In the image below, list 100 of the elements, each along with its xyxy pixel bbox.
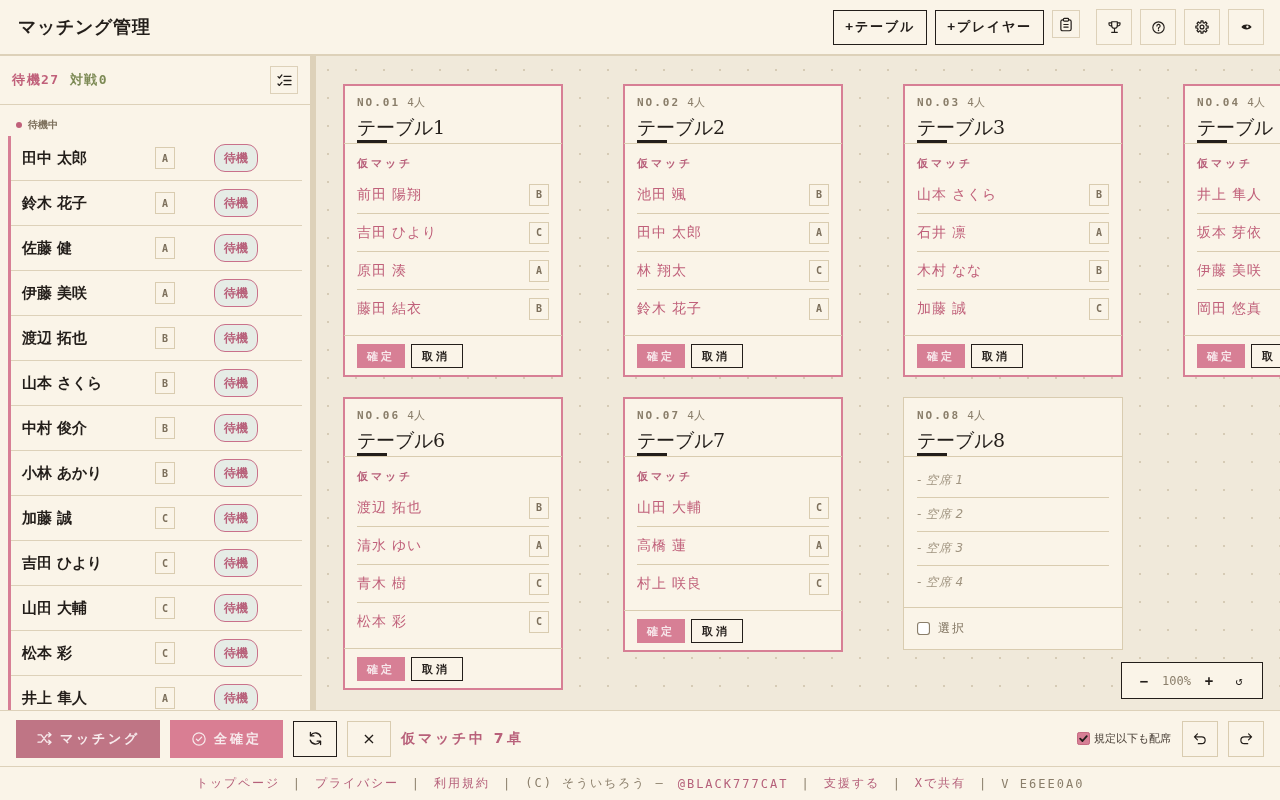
footer-text: (C) そういちろう — <box>525 775 665 792</box>
refresh-button[interactable] <box>293 720 337 757</box>
status-tag: 待機 <box>214 459 258 487</box>
grade-badge: B <box>529 496 549 519</box>
confirm-button[interactable]: 確定 <box>357 657 405 681</box>
player-name[interactable]: 渡辺 拓也 <box>357 498 423 517</box>
redo-icon <box>1239 732 1253 745</box>
footer-separator: | <box>979 776 989 791</box>
player-name[interactable]: 加藤 誠 <box>917 299 968 318</box>
player-name[interactable]: 加藤 誠 <box>22 508 73 528</box>
undo-button[interactable] <box>1182 720 1218 757</box>
help-icon <box>1151 20 1165 34</box>
eye-button[interactable] <box>1228 9 1264 45</box>
seat-count: 4人 <box>407 94 425 110</box>
cancel-button[interactable]: 取消 <box>411 344 463 368</box>
player-name[interactable]: 井上 隼人 <box>22 688 88 708</box>
match-label: 仮マッチ <box>1197 156 1253 172</box>
player-name[interactable]: 鈴木 花子 <box>637 299 703 318</box>
help-button[interactable] <box>1140 9 1176 45</box>
footer-link[interactable]: Xで共有 <box>914 775 967 792</box>
status-tag: 待機 <box>214 324 258 352</box>
player-name[interactable]: 松本 彩 <box>357 612 408 631</box>
player-name[interactable]: 山本 さくら <box>917 185 998 204</box>
player-name[interactable]: 鈴木 花子 <box>22 193 88 213</box>
player-name[interactable]: 松本 彩 <box>22 643 73 663</box>
grade-badge: B <box>529 297 549 320</box>
cancel-button[interactable]: 取消 <box>971 344 1023 368</box>
table-title: テーブル2 <box>637 115 726 143</box>
table-number: NO.06 <box>357 408 401 422</box>
confirm-button[interactable]: 確定 <box>357 344 405 368</box>
player-name[interactable]: 高橋 蓮 <box>637 536 688 555</box>
player-name[interactable]: 渡辺 拓也 <box>22 328 88 348</box>
player-name[interactable]: 中村 俊介 <box>22 418 88 438</box>
player-name[interactable]: 伊藤 美咲 <box>1197 261 1263 280</box>
player-name[interactable]: 木村 なな <box>917 261 983 280</box>
footer-separator: | <box>411 776 422 791</box>
add-button[interactable]: +プレイヤー <box>935 9 1044 45</box>
player-name[interactable]: 山本 さくら <box>22 373 103 393</box>
cancel-button[interactable]: 取消 <box>691 619 743 643</box>
player-name[interactable]: 吉田 ひより <box>22 553 103 573</box>
player-name[interactable]: 小林 あかり <box>22 463 103 483</box>
option-checkbox[interactable] <box>1077 732 1090 745</box>
player-name[interactable]: 田中 太郎 <box>22 148 88 168</box>
settings-icon <box>1195 20 1209 34</box>
redo-button[interactable] <box>1228 720 1264 757</box>
player-name[interactable]: 田中 太郎 <box>637 223 703 242</box>
footer-link[interactable]: 利用規約 <box>434 775 491 792</box>
confirm-button[interactable]: 確定 <box>1197 344 1245 368</box>
confirm-button[interactable]: 確定 <box>637 619 685 643</box>
player-name[interactable]: 吉田 ひより <box>357 223 438 242</box>
footer-separator: | <box>892 776 902 791</box>
player-name[interactable]: 林 翔太 <box>637 261 688 280</box>
footer-link[interactable]: トップページ <box>195 775 280 792</box>
add-button[interactable]: +テーブル <box>833 9 928 45</box>
cancel-button[interactable]: 取消 <box>411 657 463 681</box>
grade-badge: A <box>155 282 175 304</box>
zoom-in-button[interactable]: + <box>1200 670 1217 691</box>
zoom-out-button[interactable]: − <box>1136 670 1152 691</box>
section-heading: 待機中 <box>28 119 58 131</box>
player-name[interactable]: 山田 大輔 <box>637 498 703 517</box>
status-dot-icon <box>16 122 22 128</box>
select-checkbox[interactable] <box>917 622 930 635</box>
settings-button[interactable] <box>1184 9 1220 45</box>
footer-separator: | <box>503 776 513 791</box>
player-name[interactable]: 石井 凛 <box>917 223 968 242</box>
player-name[interactable]: 池田 颯 <box>637 185 688 204</box>
empty-seat: - 空席 4 <box>917 574 964 591</box>
table-number: NO.02 <box>637 95 681 109</box>
player-name[interactable]: 原田 湊 <box>357 261 408 280</box>
confirm-button[interactable]: 確定 <box>917 344 965 368</box>
checklist-button[interactable] <box>270 66 298 94</box>
player-name[interactable]: 岡田 悠真 <box>1197 299 1263 318</box>
player-name[interactable]: 山田 大輔 <box>22 598 88 618</box>
grade-badge: A <box>155 147 175 169</box>
confirm-all-button[interactable]: 全確定 <box>170 719 283 758</box>
player-name[interactable]: 坂本 芽依 <box>1197 223 1263 242</box>
grade-badge: A <box>809 534 829 557</box>
player-name[interactable]: 清水 ゆい <box>357 536 423 555</box>
grade-badge: A <box>529 259 549 282</box>
player-name[interactable]: 青木 樹 <box>357 574 408 593</box>
table-number: NO.03 <box>917 95 961 109</box>
footer-link[interactable]: 支援する <box>823 775 880 792</box>
cancel-button[interactable]: 取 <box>1251 344 1280 368</box>
match-label: 仮マッチ <box>637 469 693 485</box>
matching-button[interactable]: マッチング <box>16 719 160 758</box>
clear-button[interactable]: × <box>347 720 391 757</box>
clipboard-button[interactable] <box>1052 10 1080 38</box>
footer-link[interactable]: プライバシー <box>314 775 399 792</box>
trophy-button[interactable] <box>1096 9 1132 45</box>
grade-badge: A <box>529 534 549 557</box>
player-name[interactable]: 前田 陽翔 <box>357 185 423 204</box>
player-name[interactable]: 藤田 結衣 <box>357 299 423 318</box>
footer-link[interactable]: @BLACK777CAT <box>677 776 789 791</box>
player-name[interactable]: 井上 隼人 <box>1197 185 1263 204</box>
cancel-button[interactable]: 取消 <box>691 344 743 368</box>
player-name[interactable]: 村上 咲良 <box>637 574 703 593</box>
confirm-button[interactable]: 確定 <box>637 344 685 368</box>
player-name[interactable]: 佐藤 健 <box>22 238 73 258</box>
reset-zoom-button[interactable]: ↺ <box>1230 670 1247 691</box>
player-name[interactable]: 伊藤 美咲 <box>22 283 88 303</box>
